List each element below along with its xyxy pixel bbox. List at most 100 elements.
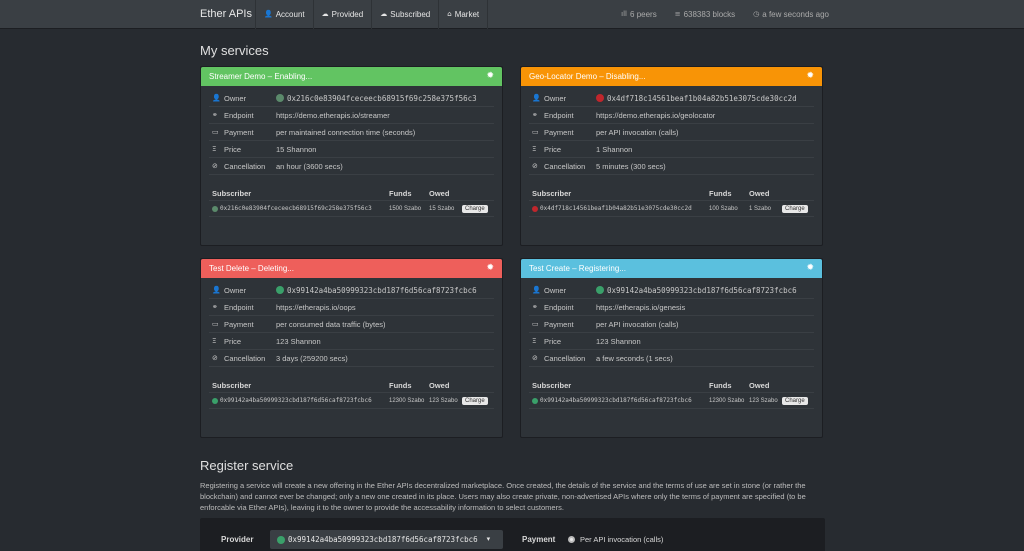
owed-header: Owed xyxy=(429,189,450,198)
owner-address: 0x4df718c14561beaf1b04a82b51e3075cde30cc… xyxy=(607,93,797,103)
endpoint-value: https://demo.etherapis.io/streamer xyxy=(276,110,390,120)
ether-icon: Ξ xyxy=(212,337,217,345)
user-icon: 👤 xyxy=(532,94,541,102)
nav-item-subscribed[interactable]: ☁ Subscribed xyxy=(371,0,438,29)
payment-label: Payment xyxy=(522,535,556,544)
cancellation-row: ⊘ Cancellation 5 minutes (300 secs) xyxy=(529,158,814,175)
payment-label: Payment xyxy=(224,127,254,137)
user-icon: 👤 xyxy=(264,10,273,18)
identicon-icon xyxy=(212,205,218,212)
payment-label: Payment xyxy=(224,319,254,329)
nav-item-label: Subscribed xyxy=(390,10,431,19)
subscriber-header: Subscriber xyxy=(212,381,252,390)
cancellation-label: Cancellation xyxy=(224,353,266,363)
credit-card-icon: ▭ xyxy=(532,320,539,328)
owner-row: 👤 Owner 0x4df718c14561beaf1b04a82b51e307… xyxy=(529,90,814,107)
owner-address: 0x216c0e83904fceceecb68915f69c258e375f56… xyxy=(287,93,477,103)
payment-value: per consumed data traffic (bytes) xyxy=(276,319,386,329)
navbar: Ether APIs 👤 Account ☁ Provided ☁ Subscr… xyxy=(0,0,1024,29)
credit-card-icon: ▭ xyxy=(212,128,219,136)
link-icon: ⚭ xyxy=(212,111,218,119)
ether-icon: Ξ xyxy=(532,145,537,153)
database-icon: ≡ xyxy=(674,10,681,18)
cancellation-label: Cancellation xyxy=(544,161,586,171)
service-card-header: Test Create – Registering... ✹ xyxy=(521,259,822,278)
brand-link[interactable]: Ether APIs xyxy=(200,0,252,29)
subscriber-address: 0x216c0e83904fceceecb68915f69c258e375f56… xyxy=(220,205,372,212)
owed-header: Owed xyxy=(749,189,770,198)
table-row: 0x99142a4ba50999323cbd187f6d56caf8723fcb… xyxy=(529,393,814,409)
nav-item-provided[interactable]: ☁ Provided xyxy=(312,0,372,29)
ban-icon: ⊘ xyxy=(212,354,218,362)
table-header: Subscriber Funds Owed xyxy=(209,379,494,393)
shopping-basket-icon: ⌂ xyxy=(447,10,452,18)
price-row: Ξ Price 123 Shannon xyxy=(209,333,494,350)
funds-cell: 1500 Szabo xyxy=(389,205,422,212)
owed-header: Owed xyxy=(749,381,770,390)
charge-button[interactable]: Charge xyxy=(782,204,808,213)
provider-select[interactable]: 0x99142a4ba50999323cbd187f6d56caf8723fcb… xyxy=(270,530,503,549)
cloud-upload-icon: ☁ xyxy=(321,10,329,18)
service-card: Geo-Locator Demo – Disabling... ✹ 👤 Owne… xyxy=(520,66,823,246)
payment-row: ▭ Payment per maintained connection time… xyxy=(209,124,494,141)
action-cell: Charge xyxy=(782,396,814,405)
payment-value: per maintained connection time (seconds) xyxy=(276,127,416,137)
provider-label: Provider xyxy=(221,535,254,544)
endpoint-label: Endpoint xyxy=(544,302,574,312)
subscriber-cell: 0x99142a4ba50999323cbd187f6d56caf8723fcb… xyxy=(209,397,389,404)
nav-item-account[interactable]: 👤 Account xyxy=(255,0,313,29)
payment-value: per API invocation (calls) xyxy=(596,127,679,137)
ether-icon: Ξ xyxy=(212,145,217,153)
provider-value: 0x99142a4ba50999323cbd187f6d56caf8723fcb… xyxy=(288,535,478,544)
payment-option-calls[interactable]: Per API invocation (calls) xyxy=(568,535,663,544)
action-cell: Charge xyxy=(462,396,494,405)
subscriber-header: Subscriber xyxy=(532,381,572,390)
nav-item-market[interactable]: ⌂ Market xyxy=(438,0,489,29)
subscriber-header: Subscriber xyxy=(532,189,572,198)
service-card-header: Geo-Locator Demo – Disabling... ✹ xyxy=(521,67,822,86)
table-row: 0x99142a4ba50999323cbd187f6d56caf8723fcb… xyxy=(209,393,494,409)
identicon-icon xyxy=(596,94,604,102)
endpoint-label: Endpoint xyxy=(224,110,254,120)
cancellation-row: ⊘ Cancellation 3 days (259200 secs) xyxy=(209,350,494,367)
page-title: My services xyxy=(200,43,269,58)
price-value: 1 Shannon xyxy=(596,144,633,154)
radio-button[interactable] xyxy=(568,536,575,543)
funds-header: Funds xyxy=(709,381,732,390)
charge-button[interactable]: Charge xyxy=(462,396,488,405)
cancellation-label: Cancellation xyxy=(544,353,586,363)
cancellation-value: 5 minutes (300 secs) xyxy=(596,161,666,171)
payment-row: ▭ Payment per API invocation (calls) xyxy=(529,316,814,333)
cancellation-row: ⊘ Cancellation a few seconds (1 secs) xyxy=(529,350,814,367)
owner-row: 👤 Owner 0x216c0e83904fceceecb68915f69c25… xyxy=(209,90,494,107)
register-title: Register service xyxy=(200,458,294,473)
table-header: Subscriber Funds Owed xyxy=(529,379,814,393)
price-row: Ξ Price 123 Shannon xyxy=(529,333,814,350)
nav-item-label: Provided xyxy=(331,10,364,19)
ban-icon: ⊘ xyxy=(532,354,538,362)
service-properties: 👤 Owner 0x99142a4ba50999323cbd187f6d56ca… xyxy=(521,278,822,409)
service-properties: 👤 Owner 0x99142a4ba50999323cbd187f6d56ca… xyxy=(201,278,502,409)
subscriber-cell: 0x4df718c14561beaf1b04a82b51e3075cde30cc… xyxy=(529,205,709,212)
charge-button[interactable]: Charge xyxy=(782,396,808,405)
table-header: Subscriber Funds Owed xyxy=(209,187,494,201)
funds-cell: 100 Szabo xyxy=(709,205,738,212)
table-row: 0x4df718c14561beaf1b04a82b51e3075cde30cc… xyxy=(529,201,814,217)
owner-value-wrap: 0x216c0e83904fceceecb68915f69c258e375f56… xyxy=(276,94,477,103)
cloud-download-icon: ☁ xyxy=(380,10,388,18)
owed-cell: 123 Szabo xyxy=(429,397,458,404)
service-properties: 👤 Owner 0x216c0e83904fceceecb68915f69c25… xyxy=(201,86,502,217)
price-row: Ξ Price 15 Shannon xyxy=(209,141,494,158)
nav-item-label: Market xyxy=(454,10,480,19)
owed-cell: 123 Szabo xyxy=(749,397,778,404)
identicon-icon xyxy=(276,94,284,102)
credit-card-icon: ▭ xyxy=(532,128,539,136)
endpoint-row: ⚭ Endpoint https://demo.etherapis.io/str… xyxy=(209,107,494,124)
service-card-header: Streamer Demo – Enabling... ✹ xyxy=(201,67,502,86)
owner-value-wrap: 0x99142a4ba50999323cbd187f6d56caf8723fcb… xyxy=(276,286,477,295)
subscribers-table: Subscriber Funds Owed 0x216c0e83904fcece… xyxy=(209,187,494,217)
charge-button[interactable]: Charge xyxy=(462,204,488,213)
endpoint-value: https://etherapis.io/genesis xyxy=(596,302,686,312)
user-icon: 👤 xyxy=(212,94,221,102)
identicon-icon xyxy=(596,286,604,294)
